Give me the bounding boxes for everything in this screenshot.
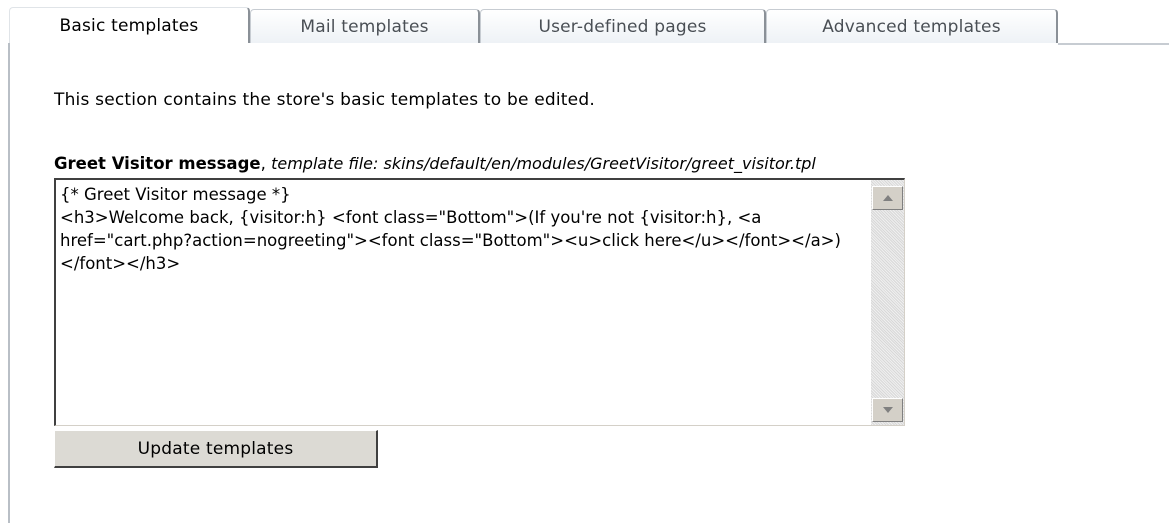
template-field-label: Greet Visitor message, template file: sk… [54, 154, 816, 173]
scroll-up-button[interactable] [872, 186, 903, 210]
template-tabs: Basic templates Mail templates User-defi… [9, 7, 1058, 43]
tab-basic-templates[interactable]: Basic templates [9, 7, 250, 43]
tab-user-defined-pages[interactable]: User-defined pages [480, 9, 766, 43]
tab-mail-templates[interactable]: Mail templates [250, 9, 480, 43]
update-templates-button[interactable]: Update templates [54, 430, 378, 468]
vertical-scrollbar[interactable] [871, 180, 904, 425]
scroll-down-arrow-icon [882, 407, 893, 413]
template-textarea[interactable]: {* Greet Visitor message *} <h3>Welcome … [60, 183, 866, 423]
tab-advanced-templates[interactable]: Advanced templates [766, 9, 1058, 43]
scroll-down-button[interactable] [872, 398, 903, 422]
template-name: Greet Visitor message [54, 154, 261, 173]
label-separator: , [260, 154, 272, 173]
template-file-path: template file: skins/default/en/modules/… [271, 154, 816, 173]
template-editor: {* Greet Visitor message *} <h3>Welcome … [54, 178, 905, 426]
section-description: This section contains the store's basic … [54, 90, 595, 110]
scroll-up-arrow-icon [882, 195, 893, 201]
